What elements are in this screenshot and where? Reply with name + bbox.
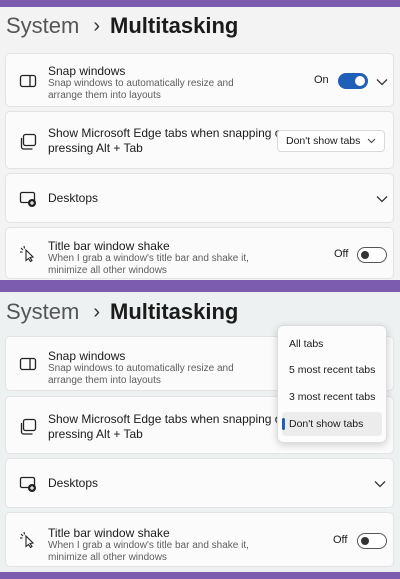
breadcrumb-separator: › xyxy=(93,300,101,323)
snap-windows-state: On xyxy=(314,74,329,86)
edge-tabs-select-value: Don't show tabs xyxy=(286,135,361,147)
desktops-icon xyxy=(19,476,36,492)
edge-tabs-select[interactable]: Don't show tabs xyxy=(277,130,385,152)
snap-windows-desc-2: arrange them into layouts xyxy=(48,375,161,386)
breadcrumb-system[interactable]: System xyxy=(6,13,79,39)
desktops-card[interactable]: Desktops xyxy=(5,173,394,223)
window-shake-state: Off xyxy=(334,248,349,260)
edge-tabs-title-2: pressing Alt + Tab xyxy=(48,427,143,441)
dropdown-option-dont-show[interactable]: Don't show tabs xyxy=(282,412,382,436)
chevron-down-icon[interactable] xyxy=(374,480,386,488)
snap-windows-card[interactable]: Snap windows Snap windows to automatical… xyxy=(5,53,394,107)
snap-windows-icon xyxy=(19,74,37,88)
window-shake-toggle[interactable] xyxy=(357,247,387,263)
edge-tabs-icon xyxy=(20,418,37,435)
window-shake-desc-2: minimize all other windows xyxy=(48,265,167,276)
window-shake-toggle[interactable] xyxy=(357,533,387,549)
chevron-down-icon xyxy=(367,138,376,144)
snap-windows-toggle[interactable] xyxy=(338,73,368,89)
snap-windows-desc-1: Snap windows to automatically resize and xyxy=(48,363,234,374)
desktops-title: Desktops xyxy=(48,476,99,490)
snap-windows-desc-2: arrange them into layouts xyxy=(48,90,161,101)
edge-tabs-title-2: pressing Alt + Tab xyxy=(48,141,143,155)
page-title: Multitasking xyxy=(110,299,239,324)
window-shake-card: Title bar window shake When I grab a win… xyxy=(5,227,394,279)
window-shake-desc-2: minimize all other windows xyxy=(48,552,167,563)
edge-tabs-title-1: Show Microsoft Edge tabs when snapping o… xyxy=(48,126,286,140)
edge-tabs-title-1: Show Microsoft Edge tabs when snapping o… xyxy=(48,412,286,426)
snap-windows-desc-1: Snap windows to automatically resize and xyxy=(48,78,234,89)
chevron-down-icon[interactable] xyxy=(376,195,388,203)
edge-tabs-dropdown: All tabs 5 most recent tabs 3 most recen… xyxy=(277,325,387,443)
dropdown-option-5-recent[interactable]: 5 most recent tabs xyxy=(282,358,382,382)
settings-panel-top: System › Multitasking Snap windows Snap … xyxy=(0,7,400,280)
snap-windows-title: Snap windows xyxy=(48,64,126,78)
page-title: Multitasking xyxy=(110,13,239,38)
edge-tabs-card: Show Microsoft Edge tabs when snapping o… xyxy=(5,111,394,169)
window-shake-desc-1: When I grab a window's title bar and sha… xyxy=(48,253,249,264)
chevron-down-icon[interactable] xyxy=(376,78,388,86)
window-shake-title: Title bar window shake xyxy=(48,526,170,540)
window-shake-card: Title bar window shake When I grab a win… xyxy=(5,512,394,567)
dropdown-option-3-recent[interactable]: 3 most recent tabs xyxy=(282,385,382,409)
desktops-card[interactable]: Desktops xyxy=(5,458,394,508)
breadcrumb-system[interactable]: System xyxy=(6,299,79,325)
breadcrumb-separator: › xyxy=(93,14,101,37)
window-shake-icon xyxy=(20,531,35,549)
snap-windows-title: Snap windows xyxy=(48,349,126,363)
edge-tabs-icon xyxy=(20,133,37,150)
breadcrumb: System › Multitasking xyxy=(6,295,238,329)
breadcrumb: System › Multitasking xyxy=(6,9,238,43)
desktops-icon xyxy=(19,191,36,207)
window-shake-title: Title bar window shake xyxy=(48,239,170,253)
dropdown-option-all-tabs[interactable]: All tabs xyxy=(282,332,382,356)
window-shake-desc-1: When I grab a window's title bar and sha… xyxy=(48,540,249,551)
window-shake-icon xyxy=(20,245,35,263)
desktops-title: Desktops xyxy=(48,191,99,205)
snap-windows-icon xyxy=(19,357,37,371)
window-shake-state: Off xyxy=(333,534,348,546)
